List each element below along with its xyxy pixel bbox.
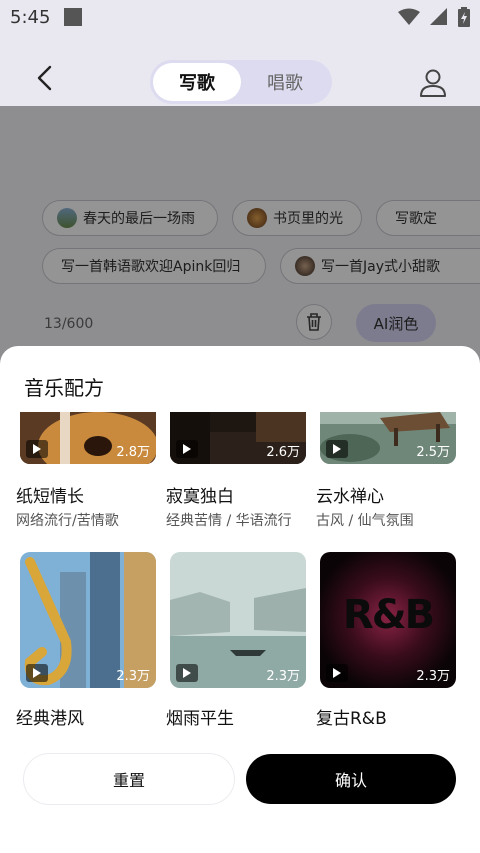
play-count: 2.5万 [416, 445, 450, 460]
mode-switch: 写歌 唱歌 [150, 60, 332, 104]
zen-pavilion-image: 2.5万 [320, 412, 456, 464]
battery-icon [458, 7, 470, 27]
play-count: 2.3万 [116, 669, 150, 684]
play-icon [326, 440, 348, 458]
play-count: 2.3万 [416, 669, 450, 684]
user-icon[interactable] [418, 68, 448, 98]
notification-icon [64, 8, 83, 26]
play-icon [26, 664, 48, 682]
saxophone-city-image: 2.3万 [20, 552, 156, 688]
guitar-image: 2.8万 [20, 412, 156, 464]
back-button[interactable] [30, 64, 58, 92]
play-count: 2.3万 [266, 669, 300, 684]
recipe-title: 纸短情长 [16, 487, 84, 507]
recipe-title: 云水禅心 [316, 487, 384, 507]
recipe-subtitle: 古风 / 仙气氛围 [316, 513, 414, 529]
chevron-left-icon [37, 65, 52, 91]
header: 写歌 唱歌 [0, 34, 480, 106]
play-icon [26, 440, 48, 458]
rnb-logo-text: R&B [342, 592, 435, 638]
signal-icon [430, 8, 447, 25]
recipe-title: 烟雨平生 [166, 709, 234, 729]
status-time: 5:45 [10, 6, 51, 28]
play-icon [176, 440, 198, 458]
music-recipe-sheet: 音乐配方 2.8万 纸短情长 网络流行/苦情歌 2.6万 寂寞独白 经典苦情 /… [0, 346, 480, 853]
recipe-title: 复古R&B [316, 709, 387, 729]
rnb-logo-image: R&B 2.3万 [320, 552, 456, 688]
recipe-title: 经典港风 [16, 709, 84, 729]
wifi-icon [398, 8, 420, 25]
dark-room-image: 2.6万 [170, 412, 306, 464]
recipe-subtitle: 网络流行/苦情歌 [16, 513, 119, 529]
play-icon [176, 664, 198, 682]
tab-sing-song[interactable]: 唱歌 [241, 63, 329, 101]
sheet-title: 音乐配方 [24, 376, 104, 400]
recipe-subtitle: 经典苦情 / 华语流行 [166, 513, 292, 529]
reset-button[interactable]: 重置 [24, 754, 234, 804]
misty-water-town-image: 2.3万 [170, 552, 306, 688]
play-count: 2.6万 [266, 445, 300, 460]
play-icon [326, 664, 348, 682]
recipe-title: 寂寞独白 [166, 487, 234, 507]
recipe-grid[interactable]: 2.8万 纸短情长 网络流行/苦情歌 2.6万 寂寞独白 经典苦情 / 华语流行 [0, 412, 480, 736]
status-bar: 5:45 [0, 0, 480, 34]
play-count: 2.8万 [116, 445, 150, 460]
confirm-button[interactable]: 确认 [246, 754, 456, 804]
tab-write-song[interactable]: 写歌 [153, 63, 241, 101]
